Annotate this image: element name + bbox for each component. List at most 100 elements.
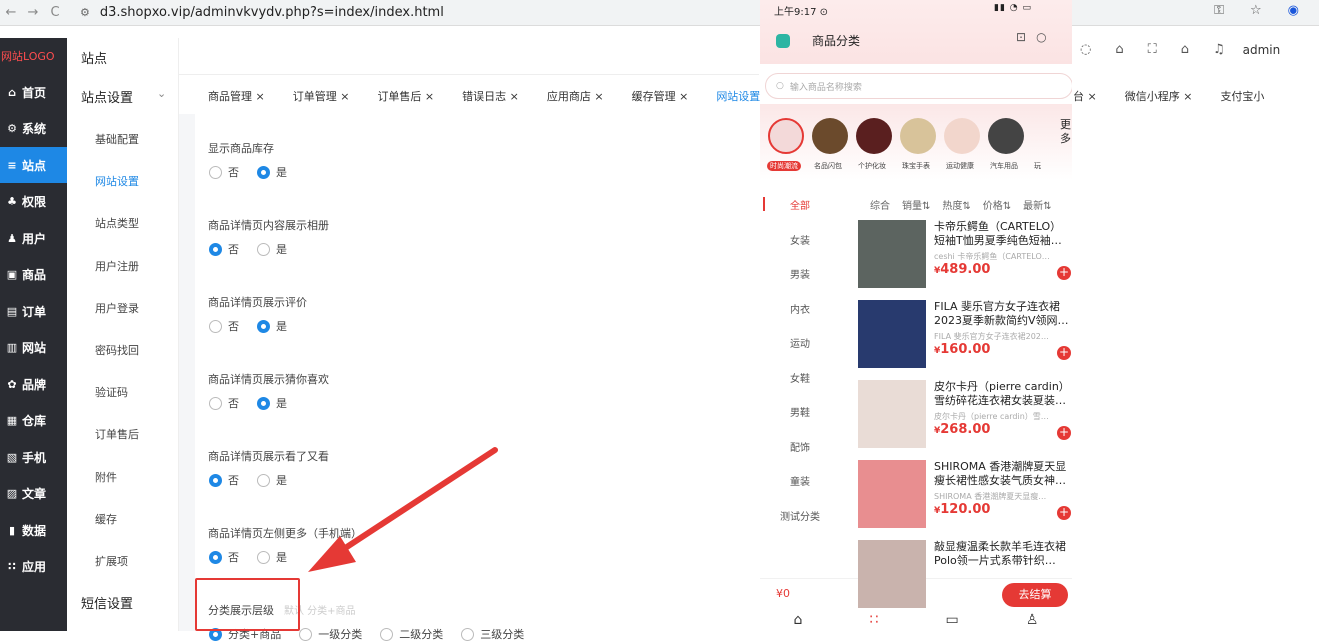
- store-icon[interactable]: ⌂: [1115, 42, 1123, 57]
- product-card[interactable]: SHIROMA 香港潮牌夏天显瘦长裙性感女装气质女神… SHIROMA 香港潮牌夏…: [858, 460, 1072, 536]
- product-image[interactable]: [858, 540, 926, 608]
- product-image[interactable]: [858, 380, 926, 448]
- submenu-item[interactable]: 基础配置: [95, 131, 139, 147]
- submenu-item[interactable]: 缓存: [95, 511, 117, 527]
- category-menu-item[interactable]: 男装: [760, 266, 840, 281]
- category-label[interactable]: 个护化妆: [858, 161, 886, 171]
- radio-option[interactable]: 是: [257, 318, 287, 334]
- product-image[interactable]: [858, 460, 926, 528]
- category-label[interactable]: 运动健康: [946, 161, 974, 171]
- sort-option[interactable]: 综合: [870, 197, 890, 212]
- radio-button[interactable]: [257, 319, 270, 333]
- key-icon[interactable]: ⚿: [1214, 3, 1224, 18]
- radio-button[interactable]: [461, 627, 475, 641]
- category-image[interactable]: [944, 118, 980, 154]
- tab-item[interactable]: 支付宝小: [1220, 88, 1264, 104]
- category-image[interactable]: [812, 118, 848, 154]
- category-label[interactable]: 名品闪包: [814, 161, 842, 171]
- tab-item[interactable]: 网站设置 ×: [716, 88, 760, 104]
- category-label[interactable]: 珠宝手表: [902, 161, 930, 171]
- sidebar-item[interactable]: ▣ 商品: [0, 257, 67, 293]
- add-to-cart-icon[interactable]: +: [1057, 506, 1071, 520]
- profile-icon[interactable]: ◉: [1288, 3, 1299, 18]
- back-icon[interactable]: ←: [0, 5, 22, 20]
- product-image[interactable]: [858, 220, 926, 288]
- tab-item[interactable]: 微信小程序 ×: [1125, 88, 1193, 104]
- submenu-item[interactable]: 验证码: [95, 384, 128, 400]
- category-menu-item[interactable]: 全部: [760, 197, 840, 212]
- sidebar-item[interactable]: ▮ 数据: [0, 512, 67, 548]
- radio-option[interactable]: 是: [257, 395, 287, 411]
- admin-user[interactable]: admin: [1243, 43, 1281, 57]
- site-logo[interactable]: 网站LOGO: [0, 38, 67, 74]
- radio-button[interactable]: [209, 396, 222, 410]
- submenu-item[interactable]: 站点类型: [95, 215, 139, 231]
- more-categories[interactable]: 更多: [1060, 118, 1072, 146]
- sort-option[interactable]: 销量⇅: [902, 197, 930, 212]
- product-name[interactable]: FILA 斐乐官方女子连衣裙2023夏季新款简约V领网…: [934, 300, 1072, 328]
- category-menu-item[interactable]: 男鞋: [760, 404, 840, 419]
- sidebar-item[interactable]: ▦ 仓库: [0, 403, 67, 439]
- radio-option[interactable]: 一级分类: [299, 626, 362, 642]
- tab-item[interactable]: 应用商店 ×: [547, 88, 604, 104]
- category-menu-item[interactable]: 内衣: [760, 301, 840, 316]
- close-circle-icon[interactable]: ○: [1036, 30, 1046, 44]
- sort-option[interactable]: 最新⇅: [1023, 197, 1051, 212]
- radio-button[interactable]: [257, 396, 270, 410]
- sidebar-item[interactable]: ♣ 权限: [0, 184, 67, 220]
- tab-item[interactable]: 缓存管理 ×: [632, 88, 689, 104]
- radio-option[interactable]: 否: [209, 164, 239, 180]
- bell-icon[interactable]: ♫: [1213, 42, 1225, 57]
- category-label[interactable]: 汽车用品: [990, 161, 1018, 171]
- category-image[interactable]: [768, 118, 804, 154]
- category-menu-item[interactable]: 童装: [760, 473, 840, 488]
- submenu-item[interactable]: 用户登录: [95, 300, 139, 316]
- radio-option[interactable]: 三级分类: [461, 626, 524, 642]
- radio-button[interactable]: [209, 242, 222, 256]
- sort-option[interactable]: 热度⇅: [942, 197, 970, 212]
- tab-home-icon[interactable]: ⌂: [794, 612, 803, 628]
- site-settings-icon[interactable]: ⚙: [80, 6, 90, 19]
- category-menu-item[interactable]: 配饰: [760, 439, 840, 454]
- fullscreen-icon[interactable]: ⛶: [1148, 42, 1157, 57]
- product-card[interactable]: 皮尔卡丹（pierre cardin）雪纺碎花连衣裙女装夏装… 皮尔卡丹（pier…: [858, 380, 1072, 456]
- bookmark-star-icon[interactable]: ☆: [1250, 3, 1262, 18]
- radio-option[interactable]: 是: [257, 472, 287, 488]
- submenu-group[interactable]: 站点设置 ⌄: [81, 87, 166, 106]
- theme-icon[interactable]: ◌: [1080, 42, 1091, 57]
- radio-button[interactable]: [209, 165, 222, 179]
- sidebar-item[interactable]: ♟ 用户: [0, 220, 67, 256]
- category-image[interactable]: [900, 118, 936, 154]
- submenu-item[interactable]: 密码找回: [95, 342, 139, 358]
- menu-icon[interactable]: ⊡: [1016, 30, 1026, 44]
- category-label[interactable]: 时尚潮流: [767, 161, 801, 171]
- radio-button[interactable]: [299, 627, 313, 641]
- address-bar[interactable]: d3.shopxo.vip/adminvkvydv.php?s=index/in…: [100, 5, 444, 20]
- category-menu-item[interactable]: 女装: [760, 232, 840, 247]
- forward-icon[interactable]: →: [22, 5, 44, 20]
- add-to-cart-icon[interactable]: +: [1057, 426, 1071, 440]
- submenu-item[interactable]: 用户注册: [95, 258, 139, 274]
- submenu-group-sms[interactable]: 短信设置: [81, 593, 133, 612]
- radio-option[interactable]: 否: [209, 549, 239, 565]
- submenu-item[interactable]: 扩展项: [95, 553, 128, 569]
- product-name[interactable]: 敲显瘦温柔长款羊毛连衣裙Polo领一片式系带针织…: [934, 540, 1072, 568]
- sidebar-item[interactable]: ▨ 文章: [0, 476, 67, 512]
- sidebar-item[interactable]: ≡ 站点: [0, 147, 67, 183]
- tab-item[interactable]: 错误日志 ×: [462, 88, 519, 104]
- tab-item[interactable]: 台 ×: [1073, 88, 1097, 104]
- radio-button[interactable]: [209, 473, 222, 487]
- product-card[interactable]: 敲显瘦温柔长款羊毛连衣裙Polo领一片式系带针织…: [858, 540, 1072, 616]
- cart-total[interactable]: ¥0: [776, 587, 790, 600]
- product-search[interactable]: ○ 输入商品名称搜索: [765, 73, 1072, 99]
- radio-option[interactable]: 是: [257, 164, 287, 180]
- category-menu-item[interactable]: 测试分类: [760, 508, 840, 523]
- tab-item[interactable]: 订单管理 ×: [293, 88, 350, 104]
- product-name[interactable]: SHIROMA 香港潮牌夏天显瘦长裙性感女装气质女神…: [934, 460, 1072, 488]
- category-menu-item[interactable]: 女鞋: [760, 370, 840, 385]
- radio-option[interactable]: 否: [209, 318, 239, 334]
- home-icon[interactable]: ⌂: [1181, 42, 1189, 57]
- product-card[interactable]: FILA 斐乐官方女子连衣裙2023夏季新款简约V领网… FILA 斐乐官方女子连…: [858, 300, 1072, 376]
- sort-option[interactable]: 价格⇅: [983, 197, 1011, 212]
- add-to-cart-icon[interactable]: +: [1057, 346, 1071, 360]
